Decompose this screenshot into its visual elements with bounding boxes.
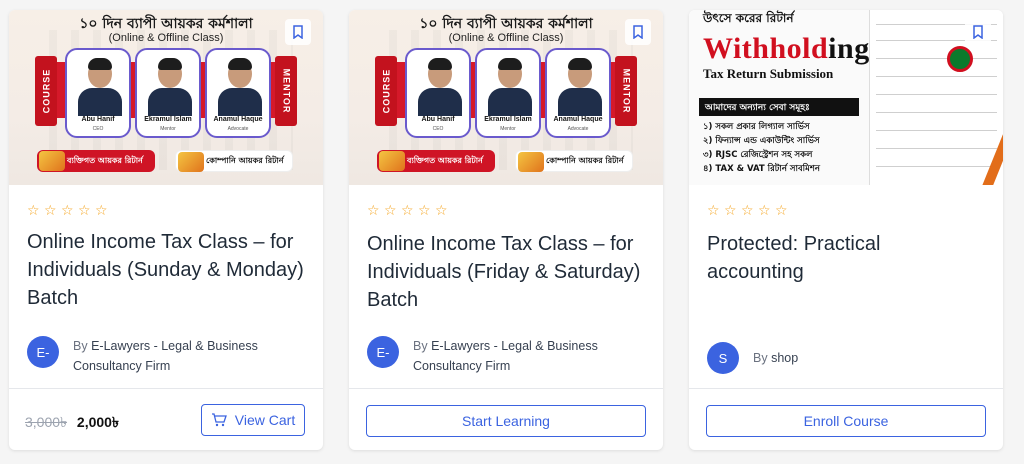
star-outline-icon: ☆	[758, 202, 771, 218]
course-title[interactable]: Online Income Tax Class – for Individual…	[367, 230, 649, 314]
course-card[interactable]: ১০ দিন ব্যাপী আয়কর কর্মশালা (Online & O…	[349, 10, 663, 450]
mentor-portrait: Anamul Haque Advocate	[545, 48, 611, 138]
class-banner-image: ১০ দিন ব্যাপী আয়কর কর্মশালা (Online & O…	[9, 10, 323, 185]
course-card[interactable]: ১০ দিন ব্যাপী আয়কর কর্মশালা (Online & O…	[9, 10, 323, 450]
mentor-portrait: Ekramul Islam Mentor	[475, 48, 541, 138]
rating-stars: ☆ ☆ ☆ ☆ ☆	[27, 203, 109, 217]
mentor-portrait: Abu Hanif CEO	[65, 48, 131, 138]
course-title[interactable]: Online Income Tax Class – for Individual…	[27, 228, 309, 312]
course-title[interactable]: Protected: Practical accounting	[707, 230, 957, 286]
banner-subline: (Online & Offline Class)	[448, 32, 564, 44]
mentor-portrait: Abu Hanif CEO	[405, 48, 471, 138]
star-outline-icon: ☆	[61, 202, 74, 218]
star-outline-icon: ☆	[775, 202, 788, 218]
star-outline-icon: ☆	[707, 202, 720, 218]
course-author: E- By E-Lawyers - Legal & Business Consu…	[367, 336, 613, 376]
rating-stars: ☆ ☆ ☆ ☆ ☆	[707, 203, 789, 217]
author-byline: By E-Lawyers - Legal & Business Consulta…	[413, 336, 613, 376]
star-outline-icon: ☆	[27, 202, 40, 218]
withholding-tax-image: উৎসে করের রিটার্ন Withholding Tax Return…	[689, 10, 1003, 185]
course-thumbnail[interactable]: ১০ দিন ব্যাপী আয়কর কর্মশালা (Online & O…	[349, 10, 663, 185]
author-name[interactable]: shop	[771, 351, 798, 365]
rating-stars: ☆ ☆ ☆ ☆ ☆	[367, 203, 449, 217]
star-outline-icon: ☆	[78, 202, 91, 218]
services-heading: আমাদের অন্যান্য সেবা সমূহঃ	[699, 98, 859, 116]
course-card[interactable]: উৎসে করের রিটার্ন Withholding Tax Return…	[689, 10, 1003, 450]
sale-price: 2,000৳	[76, 414, 119, 430]
course-tag: COURSE	[375, 56, 397, 126]
course-author: E- By E-Lawyers - Legal & Business Consu…	[27, 336, 273, 376]
bookmark-icon	[633, 25, 643, 39]
author-name[interactable]: E-Lawyers - Legal & Business Consultancy…	[73, 339, 258, 373]
star-outline-icon: ☆	[724, 202, 737, 218]
course-thumbnail[interactable]: উৎসে করের রিটার্ন Withholding Tax Return…	[689, 10, 1003, 185]
avatar[interactable]: E-	[27, 336, 59, 368]
service-item: ১) সকল প্রকার লিগ্যাল সার্ভিস	[703, 122, 810, 132]
original-price: 3,000৳	[25, 414, 68, 430]
view-cart-button[interactable]: View Cart	[201, 404, 305, 436]
course-thumbnail[interactable]: ১০ দিন ব্যাপী আয়কর কর্মশালা (Online & O…	[9, 10, 323, 185]
banner-pill-individual: ব্যক্তিগত আয়কর রিটার্ন	[377, 150, 495, 172]
star-outline-icon: ☆	[44, 202, 57, 218]
government-seal-icon	[947, 46, 973, 72]
author-prefix: By	[73, 339, 88, 353]
mentor-tag: MENTOR	[615, 56, 637, 126]
mentor-tag: MENTOR	[275, 56, 297, 126]
service-item: ২) ফিন্যান্স এন্ড একাউন্টিং সার্ভিস	[703, 136, 820, 146]
bookmark-icon	[973, 25, 983, 39]
course-tag: COURSE	[35, 56, 57, 126]
thumbnail-headline: Withholding	[703, 32, 870, 65]
start-learning-button[interactable]: Start Learning	[366, 405, 646, 437]
star-outline-icon: ☆	[418, 202, 431, 218]
star-outline-icon: ☆	[367, 202, 380, 218]
star-outline-icon: ☆	[741, 202, 754, 218]
thumbnail-top-line: উৎসে করের রিটার্ন	[703, 11, 794, 25]
view-cart-label: View Cart	[234, 412, 296, 428]
star-outline-icon: ☆	[95, 202, 108, 218]
services-list: ১) সকল প্রকার লিগ্যাল সার্ভিস ২) ফিন্যান…	[703, 120, 820, 176]
author-prefix: By	[753, 351, 768, 365]
course-author: S By shop	[707, 342, 953, 374]
course-price: 3,000৳ 2,000৳	[25, 411, 119, 435]
service-item: ৪) TAX & VAT রিটার্ন সাবমিশন	[703, 164, 820, 174]
author-name[interactable]: E-Lawyers - Legal & Business Consultancy…	[413, 339, 598, 373]
banner-pill-company: কোম্পানি আয়কর রিটার্ন	[175, 150, 293, 172]
mentor-portrait: Anamul Haque Advocate	[205, 48, 271, 138]
bookmark-button[interactable]	[965, 19, 991, 45]
service-item: ৩) RJSC রেজিস্ট্রেশন সহ সকল	[703, 150, 813, 160]
cart-icon	[211, 413, 227, 427]
banner-pill-company: কোম্পানি আয়কর রিটার্ন	[515, 150, 633, 172]
banner-subline: (Online & Offline Class)	[108, 32, 224, 44]
avatar[interactable]: E-	[367, 336, 399, 368]
author-byline: By shop	[753, 348, 953, 368]
card-footer: 3,000৳ 2,000৳ View Cart	[9, 388, 323, 450]
bookmark-button[interactable]	[625, 19, 651, 45]
star-outline-icon: ☆	[384, 202, 397, 218]
bookmark-icon	[293, 25, 303, 39]
bookmark-button[interactable]	[285, 19, 311, 45]
mentor-portrait: Ekramul Islam Mentor	[135, 48, 201, 138]
avatar[interactable]: S	[707, 342, 739, 374]
pen-icon	[978, 82, 1003, 185]
card-footer: Start Learning	[349, 388, 663, 450]
author-byline: By E-Lawyers - Legal & Business Consulta…	[73, 336, 273, 376]
class-banner-image: ১০ দিন ব্যাপী আয়কর কর্মশালা (Online & O…	[349, 10, 663, 185]
banner-pill-individual: ব্যক্তিগত আয়কর রিটার্ন	[37, 150, 155, 172]
card-footer: Enroll Course	[689, 388, 1003, 450]
author-prefix: By	[413, 339, 428, 353]
star-outline-icon: ☆	[435, 202, 448, 218]
thumbnail-subheading: Tax Return Submission	[703, 66, 834, 81]
enroll-course-button[interactable]: Enroll Course	[706, 405, 986, 437]
star-outline-icon: ☆	[401, 202, 414, 218]
